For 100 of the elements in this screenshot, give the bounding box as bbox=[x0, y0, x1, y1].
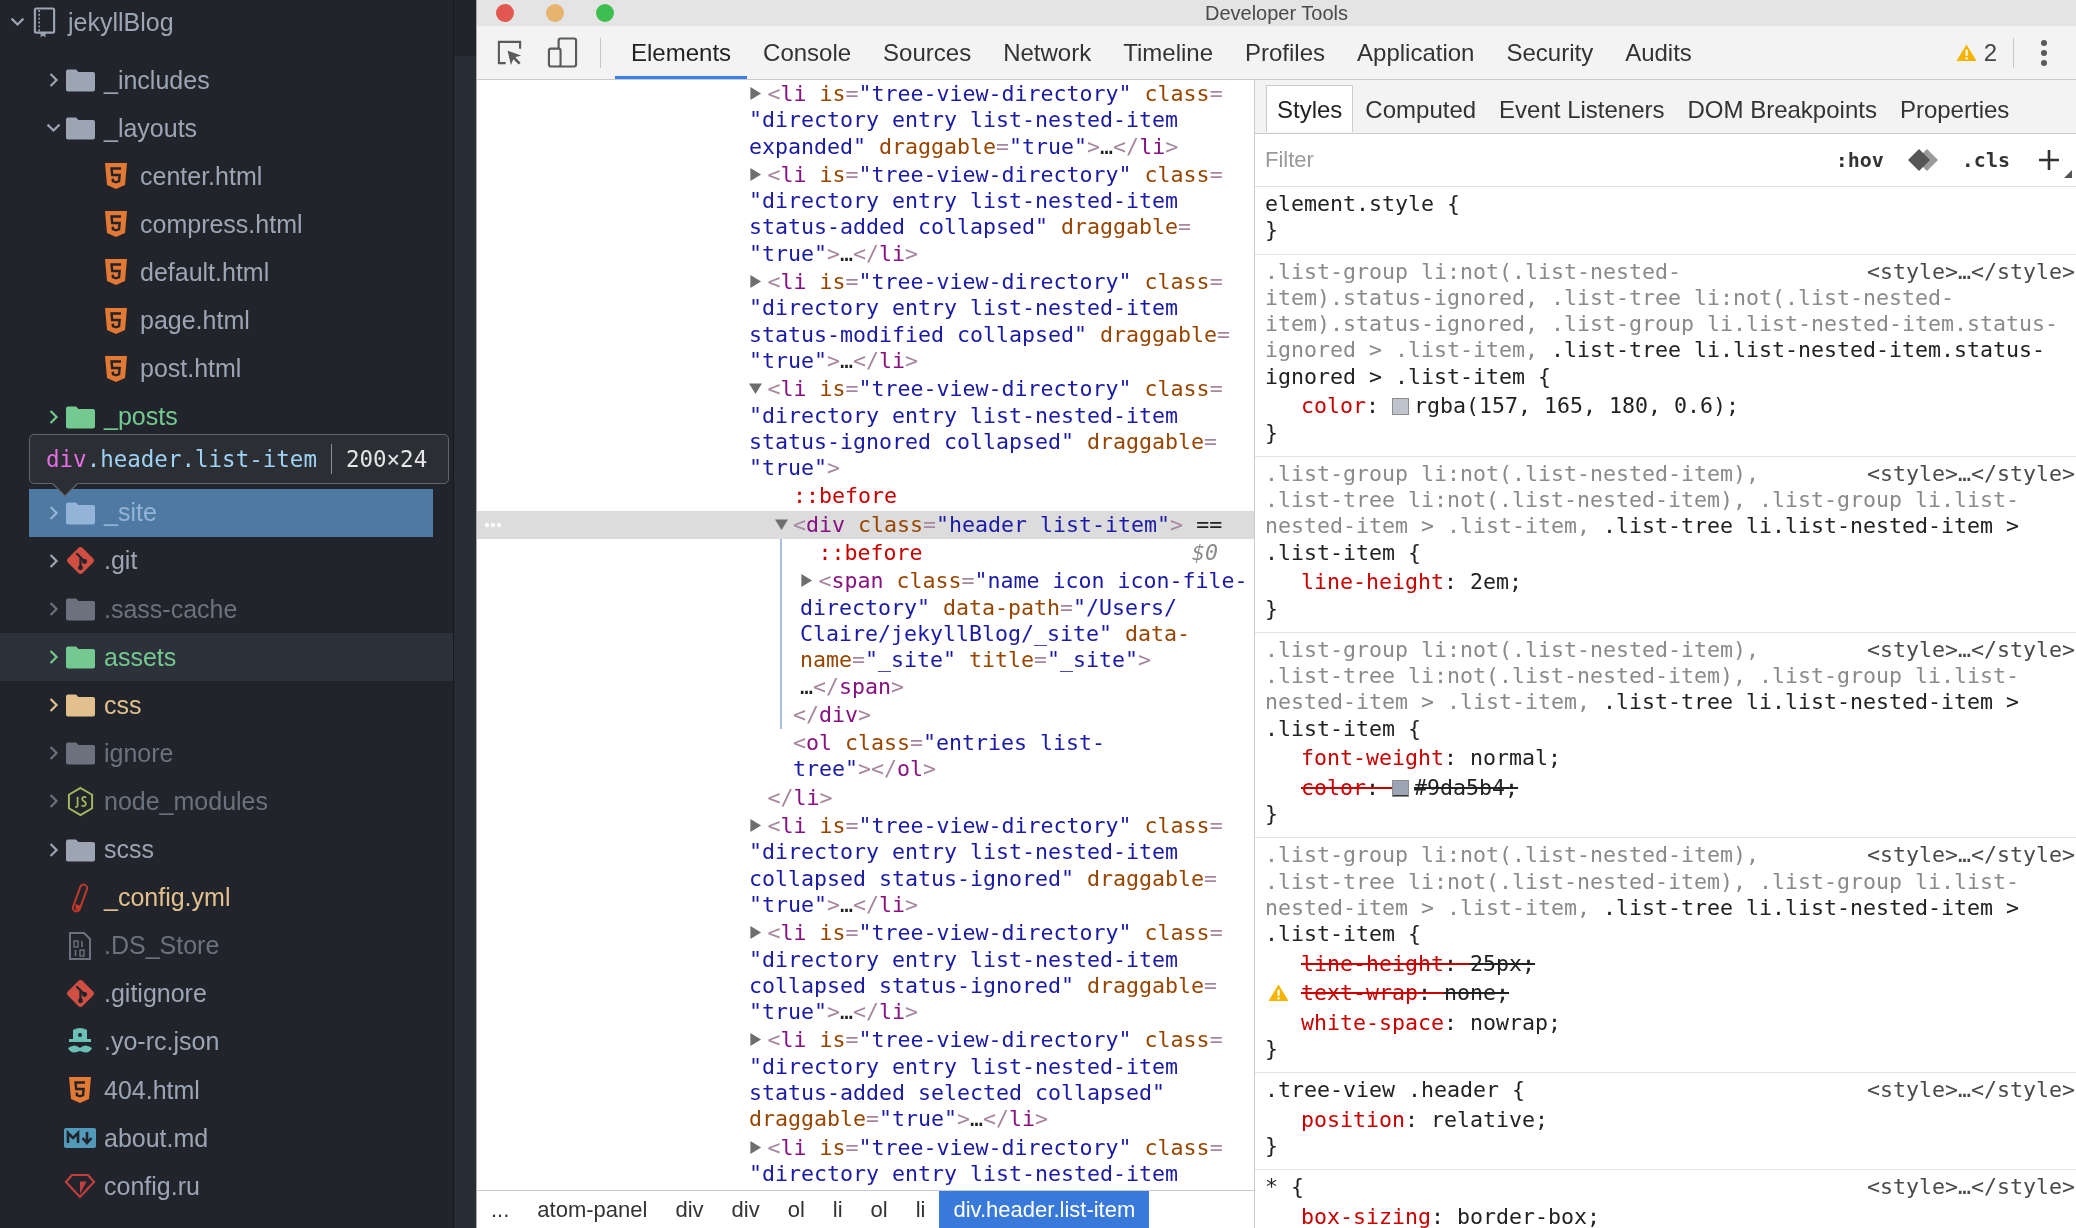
file-name[interactable]: .gitignore bbox=[104, 979, 207, 1009]
dom-node[interactable]: <li is="tree-view-directory" class= "directory entry list-nested-item bbox=[749, 1134, 1223, 1188]
sidebar-tab[interactable]: Computed bbox=[1354, 85, 1488, 132]
property-value[interactable]: 2em; bbox=[1470, 569, 1523, 595]
file-name[interactable]: _layouts bbox=[104, 113, 198, 143]
closing-tag[interactable]: </div> bbox=[793, 701, 872, 729]
panel-tab[interactable]: Profiles bbox=[1229, 26, 1342, 79]
dom-node[interactable]: ::before bbox=[818, 540, 923, 567]
sidebar-tab[interactable]: Styles bbox=[1266, 85, 1354, 132]
breadcrumb[interactable]: li bbox=[901, 1191, 940, 1228]
triangle-right-icon[interactable] bbox=[749, 1140, 762, 1154]
property-value[interactable]: nowrap; bbox=[1470, 1009, 1562, 1035]
triangle-right-icon[interactable] bbox=[749, 819, 762, 832]
sidebar-tab[interactable]: DOM Breakpoints bbox=[1676, 85, 1888, 132]
triangle-down-icon[interactable] bbox=[774, 517, 788, 531]
chevron-down-icon[interactable] bbox=[9, 16, 26, 28]
file-name[interactable]: _includes bbox=[104, 65, 210, 95]
file-name[interactable]: jekyllBlog bbox=[68, 7, 174, 37]
property-name[interactable]: text-wrap: bbox=[1301, 980, 1445, 1006]
property-name[interactable]: font-weight: bbox=[1301, 745, 1471, 771]
property-name[interactable]: color: bbox=[1301, 393, 1393, 419]
breadcrumb[interactable]: div bbox=[661, 1191, 718, 1228]
dom-node[interactable]: <span class="name icon icon-file- directory" data-path="/Users/ Claire/jekyllBlog/_site" data- name="_site" title="_site"> …</span> bbox=[800, 568, 1248, 700]
breadcrumb[interactable]: li bbox=[818, 1191, 857, 1228]
file-name[interactable]: compress.html bbox=[140, 209, 303, 239]
property-value[interactable]: #9da5b4; bbox=[1414, 774, 1519, 800]
breadcrumb[interactable]: ... bbox=[477, 1191, 524, 1228]
property-name[interactable]: position: bbox=[1301, 1106, 1432, 1132]
dom-node[interactable]: <div class="header list-item"> == bbox=[793, 511, 1223, 539]
property-name[interactable]: color: bbox=[1301, 774, 1393, 800]
dom-node[interactable]: <li is="tree-view-directory" class= "directory entry list-nested-item expanded" draggable="true">…</li> bbox=[749, 81, 1223, 160]
file-name[interactable]: config.ru bbox=[104, 1171, 200, 1201]
closing-tag[interactable]: </li> bbox=[767, 784, 833, 811]
triangle-right-icon[interactable] bbox=[749, 167, 762, 181]
property-value[interactable]: 25px; bbox=[1470, 950, 1536, 976]
property-name[interactable]: white-space: bbox=[1301, 1009, 1471, 1035]
property-value[interactable]: normal; bbox=[1470, 745, 1562, 771]
dom-node[interactable]: <li is="tree-view-directory" class= "directory entry list-nested-item status-ignored collapsed" draggable= "true"> bbox=[749, 376, 1223, 482]
panel-tab[interactable]: Security bbox=[1490, 26, 1610, 79]
breadcrumb[interactable]: ol bbox=[773, 1191, 819, 1228]
triangle-right-icon[interactable] bbox=[749, 1033, 762, 1047]
chevron-right-icon[interactable] bbox=[48, 552, 60, 570]
file-name[interactable]: _posts bbox=[104, 402, 178, 432]
warnings-button[interactable]: 2 bbox=[1947, 26, 2005, 79]
chevron-right-icon[interactable] bbox=[48, 840, 60, 859]
panel-tab[interactable]: Network bbox=[987, 26, 1108, 79]
panel-tab[interactable]: Timeline bbox=[1107, 26, 1229, 79]
source-link[interactable]: <style>…</style> bbox=[1867, 1174, 2075, 1201]
file-name[interactable]: _config.yml bbox=[104, 883, 231, 913]
property-name[interactable]: box-sizing: bbox=[1301, 1203, 1458, 1228]
property-value[interactable]: none; bbox=[1444, 980, 1510, 1006]
panel-tab[interactable]: Audits bbox=[1609, 26, 1708, 79]
dom-node[interactable]: ::before bbox=[793, 483, 897, 510]
property-value[interactable]: border-box; bbox=[1457, 1203, 1601, 1228]
file-name[interactable]: post.html bbox=[140, 354, 242, 384]
hover-state-button[interactable]: :hov bbox=[1829, 144, 1890, 176]
file-name[interactable]: default.html bbox=[140, 257, 270, 287]
triangle-right-icon[interactable] bbox=[800, 574, 813, 588]
swatch-icon[interactable] bbox=[1392, 398, 1410, 416]
file-name[interactable]: about.md bbox=[104, 1123, 209, 1153]
chevron-right-icon[interactable] bbox=[48, 648, 60, 667]
chevron-right-icon[interactable] bbox=[48, 696, 60, 715]
file-name[interactable]: css bbox=[104, 690, 142, 720]
property-name[interactable]: line-height: bbox=[1301, 950, 1471, 976]
triangle-right-icon[interactable] bbox=[749, 926, 762, 940]
file-name[interactable]: center.html bbox=[140, 161, 263, 191]
dom-node[interactable]: <li is="tree-view-directory" class= "directory entry list-nested-item status-modified collapsed" draggable= "true">…</li> bbox=[749, 269, 1231, 375]
dom-node[interactable]: <li is="tree-view-directory" class= "directory entry list-nested-item status-added collapsed" draggable= "true">…</li> bbox=[749, 161, 1223, 268]
chevron-right-icon[interactable] bbox=[48, 71, 60, 90]
panel-tab[interactable]: Console bbox=[747, 26, 868, 79]
source-link[interactable]: <style>…</style> bbox=[1867, 636, 2075, 664]
source-link[interactable]: <style>…</style> bbox=[1867, 842, 2075, 869]
dom-node[interactable]: <li is="tree-view-directory" class= "directory entry list-nested-item collapsed status-ignored" draggable= "true">…</li> bbox=[749, 813, 1223, 919]
chevron-down-icon[interactable] bbox=[45, 122, 62, 135]
file-name[interactable]: scss bbox=[104, 835, 154, 865]
source-link[interactable]: <style>…</style> bbox=[1867, 258, 2075, 285]
file-name[interactable]: .git bbox=[104, 546, 138, 576]
triangle-right-icon[interactable] bbox=[749, 275, 762, 289]
close-button[interactable] bbox=[496, 4, 514, 22]
file-name[interactable]: assets bbox=[104, 642, 177, 672]
dom-node[interactable]: <ol class="entries list- tree"></ol> bbox=[793, 730, 1106, 783]
file-name[interactable]: page.html bbox=[140, 306, 250, 335]
swatch-icon[interactable] bbox=[1392, 779, 1410, 797]
dom-node[interactable]: <li is="tree-view-directory" class= "directory entry list-nested-item collapsed status-ignored" draggable= "true">…</li> bbox=[749, 920, 1223, 1026]
panel-tab[interactable]: Application bbox=[1341, 26, 1491, 79]
file-name[interactable]: 404.html bbox=[104, 1075, 200, 1105]
panel-tab[interactable]: Sources bbox=[867, 26, 988, 79]
filter-field[interactable]: Filter bbox=[1265, 143, 1830, 177]
panel-tab[interactable]: Elements bbox=[615, 26, 748, 79]
triangle-right-icon[interactable] bbox=[749, 87, 762, 100]
sidebar-tab[interactable]: Event Listeners bbox=[1488, 85, 1676, 132]
property-name[interactable]: line-height: bbox=[1301, 569, 1471, 595]
breadcrumb[interactable]: div.header.list-item bbox=[939, 1191, 1150, 1228]
property-value[interactable]: relative; bbox=[1431, 1106, 1549, 1132]
breadcrumb[interactable]: ol bbox=[856, 1191, 902, 1228]
property-value[interactable]: rgba(157, 165, 180, 0.6); bbox=[1414, 393, 1740, 419]
triangle-down-icon[interactable] bbox=[749, 382, 762, 396]
breadcrumb[interactable]: atom-panel bbox=[523, 1191, 662, 1228]
file-name[interactable]: .yo-rc.json bbox=[104, 1027, 220, 1057]
sidebar-tab[interactable]: Properties bbox=[1888, 85, 2021, 132]
